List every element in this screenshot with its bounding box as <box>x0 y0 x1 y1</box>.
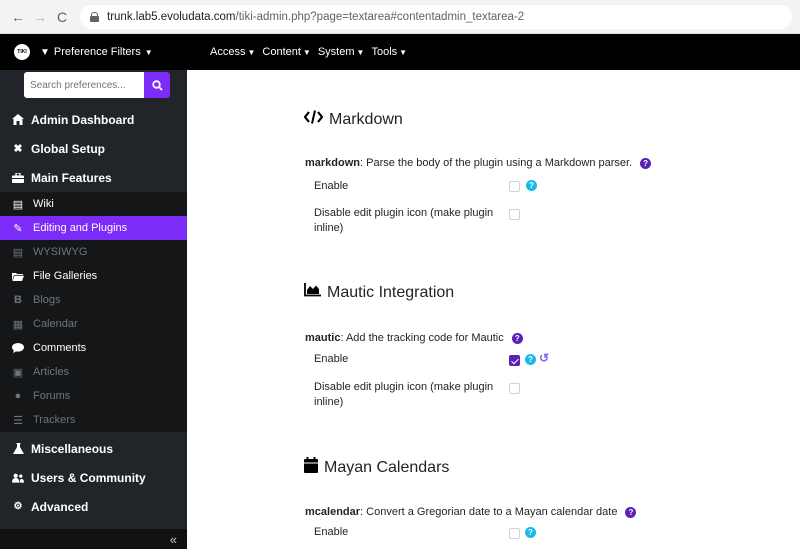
search-button[interactable] <box>144 72 170 98</box>
section-title-mayan-calendars: Mayan Calendars <box>304 457 449 478</box>
calendar-icon <box>304 457 318 478</box>
enable-label: Enable <box>314 526 349 538</box>
sidebar-item-wiki[interactable]: ▤ Wiki <box>0 192 187 216</box>
preference-filters-label: Preference Filters <box>53 46 141 58</box>
users-icon <box>12 473 24 483</box>
reset-icon[interactable]: ↺ <box>539 351 549 365</box>
help-icon[interactable]: ? <box>625 506 637 518</box>
top-navbar: TIKI ▼ Preference Filters ▼ Access ▼ Cont… <box>0 34 800 70</box>
url-path: /tiki-admin.php?page=textarea#contentadm… <box>235 10 525 23</box>
caret-down-icon: ▼ <box>399 47 408 57</box>
enable-label: Enable <box>314 180 349 192</box>
sidebar-item-main-features[interactable]: Main Features <box>0 163 187 192</box>
help-icon[interactable]: ? <box>511 332 523 344</box>
collapse-sidebar-button[interactable]: « <box>0 529 187 549</box>
pref-description-mcalendar: mcalendar: Convert a Gregorian date to a… <box>305 506 637 518</box>
reload-icon[interactable]: C <box>52 7 72 27</box>
disable-edit-plugin-checkbox-markdown[interactable] <box>509 209 520 220</box>
disable-edit-plugin-checkbox-mautic[interactable] <box>509 383 520 394</box>
enable-checkbox-mautic[interactable] <box>509 355 520 366</box>
folder-icon <box>12 272 24 281</box>
double-chevron-left-icon: « <box>169 531 177 547</box>
calendar-icon: ▦ <box>12 318 24 331</box>
tools-icon: ✖ <box>13 143 23 155</box>
pref-name: mcalendar <box>305 506 361 518</box>
disable-edit-plugin-label: Disable edit plugin icon (make plugin in… <box>314 381 494 408</box>
admin-sidebar: Admin Dashboard ✖ Global Setup Main Feat… <box>0 70 187 549</box>
sidebar-item-blogs[interactable]: B Blogs <box>0 288 187 312</box>
sidebar-item-comments[interactable]: Comments <box>0 336 187 360</box>
file-icon: ▤ <box>12 246 24 259</box>
address-bar[interactable]: trunk.lab5.evoludata.com/tiki-admin.php?… <box>80 4 792 29</box>
edit-icon: ✎ <box>13 222 23 235</box>
pref-name: markdown <box>305 157 361 169</box>
browser-toolbar: ← → C trunk.lab5.evoludata.com/tiki-admi… <box>0 0 800 34</box>
enable-checkbox-mcalendar[interactable] <box>509 528 520 539</box>
sidebar-item-admin-dashboard[interactable]: Admin Dashboard <box>0 105 187 134</box>
enable-checkbox-markdown[interactable] <box>509 181 520 192</box>
menu-access[interactable]: Access ▼ <box>210 46 255 58</box>
section-title-mautic: Mautic Integration <box>304 283 454 302</box>
sidebar-item-forums[interactable]: ● Forums <box>0 384 187 408</box>
help-icon[interactable]: ? <box>526 180 537 191</box>
pref-desc: : Convert a Gregorian date to a Mayan ca… <box>360 506 618 518</box>
back-icon[interactable]: ← <box>8 7 28 27</box>
enable-label: Enable <box>314 353 349 365</box>
url-host: trunk.lab5.evoludata.com <box>107 10 236 23</box>
forward-icon[interactable]: → <box>30 7 50 27</box>
preference-filters-dropdown[interactable]: ▼ Preference Filters ▼ <box>40 46 153 58</box>
help-icon[interactable]: ? <box>640 157 652 169</box>
pref-desc: : Parse the body of the plugin using a M… <box>360 157 633 169</box>
pref-description-mautic: mautic: Add the tracking code for Mautic… <box>305 332 523 344</box>
sidebar-item-wysiwyg[interactable]: ▤ WYSIWYG <box>0 240 187 264</box>
main-content: Markdown markdown: Parse the body of the… <box>187 70 800 549</box>
sidebar-item-articles[interactable]: ▣ Articles <box>0 360 187 384</box>
menu-tools[interactable]: Tools ▼ <box>371 46 407 58</box>
area-chart-icon <box>304 283 321 302</box>
help-icon[interactable]: ? <box>525 527 536 538</box>
filter-icon: ▼ <box>40 46 50 58</box>
caret-down-icon: ▼ <box>356 47 365 57</box>
sidebar-item-file-galleries[interactable]: File Galleries <box>0 264 187 288</box>
sidebar-item-editing-and-plugins[interactable]: ✎ Editing and Plugins <box>0 216 187 240</box>
pref-description-markdown: markdown: Parse the body of the plugin u… <box>305 157 652 169</box>
caret-down-icon: ▼ <box>144 47 153 57</box>
sidebar-item-calendar[interactable]: ▦ Calendar <box>0 312 187 336</box>
sidebar-item-global-setup[interactable]: ✖ Global Setup <box>0 134 187 163</box>
disable-edit-plugin-label: Disable edit plugin icon (make plugin in… <box>314 207 494 234</box>
caret-down-icon: ▼ <box>247 47 256 57</box>
search-icon <box>151 79 163 91</box>
sidebar-item-users-community[interactable]: Users & Community <box>0 463 187 492</box>
tiki-logo[interactable]: TIKI <box>14 44 30 60</box>
database-icon: ☰ <box>13 414 23 427</box>
menu-content[interactable]: Content ▼ <box>262 46 310 58</box>
pref-name: mautic <box>305 332 341 344</box>
code-icon <box>303 110 324 129</box>
flask-icon <box>12 443 24 454</box>
newspaper-icon: ▣ <box>12 366 24 379</box>
preference-search <box>24 72 170 98</box>
sidebar-item-miscellaneous[interactable]: Miscellaneous <box>0 434 187 463</box>
cogs-icon: ⚙ <box>13 501 23 512</box>
comment-icon <box>12 343 24 353</box>
sidebar-item-advanced[interactable]: ⚙ Advanced <box>0 492 187 521</box>
menu-system[interactable]: System ▼ <box>318 46 365 58</box>
help-icon[interactable]: ? <box>525 354 536 365</box>
pref-desc: : Add the tracking code for Mautic <box>340 332 504 344</box>
briefcase-icon <box>12 172 24 183</box>
lock-icon <box>90 11 99 22</box>
sidebar-item-trackers[interactable]: ☰ Trackers <box>0 408 187 432</box>
caret-down-icon: ▼ <box>302 47 311 57</box>
search-preferences-input[interactable] <box>24 72 144 98</box>
forums-icon: ● <box>14 390 22 402</box>
home-icon <box>12 114 24 125</box>
section-title-markdown: Markdown <box>303 110 403 129</box>
file-icon: ▤ <box>12 198 24 211</box>
bold-icon: B <box>14 294 22 306</box>
